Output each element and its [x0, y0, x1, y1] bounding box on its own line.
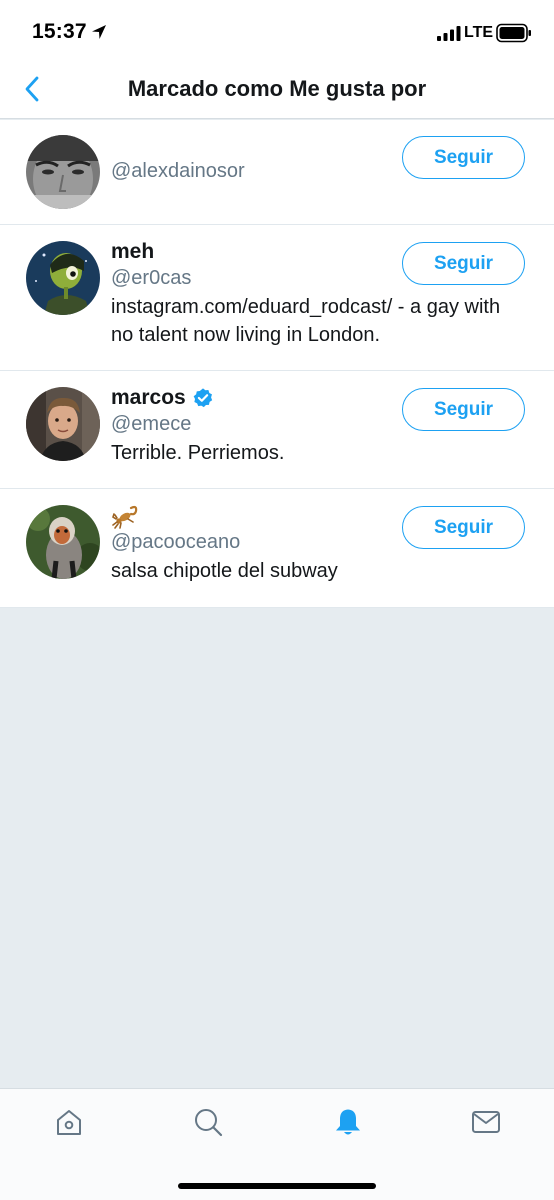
- status-time: 15:37: [32, 20, 87, 43]
- tab-home[interactable]: [54, 1107, 84, 1137]
- user-row[interactable]: marcos @emece Terrible. Perriemos. Segui…: [0, 371, 554, 489]
- avatar[interactable]: [26, 505, 100, 579]
- avatar[interactable]: [26, 135, 100, 209]
- home-indicator[interactable]: [178, 1183, 376, 1189]
- notifications-bell-icon: [336, 1109, 360, 1135]
- status-bar: 15:37 LTE: [0, 0, 554, 64]
- location-arrow-icon: [92, 25, 106, 39]
- avatar-image: [26, 387, 100, 461]
- user-row[interactable]: meh @er0cas instagram.com/eduard_rodcast…: [0, 225, 554, 371]
- display-name-text: meh: [111, 240, 155, 263]
- tab-messages[interactable]: [471, 1107, 501, 1137]
- follow-button[interactable]: Seguir: [402, 136, 525, 179]
- verified-badge-icon: [193, 388, 212, 408]
- avatar[interactable]: [26, 387, 100, 461]
- avatar-image: [26, 241, 100, 315]
- avatar-image: [26, 135, 100, 209]
- user-row[interactable]: @alexdainosor Seguir: [0, 120, 554, 225]
- network-type-label: LTE: [464, 24, 494, 41]
- user-bio: Terrible. Perriemos.: [111, 442, 285, 464]
- tab-notifications[interactable]: [333, 1107, 363, 1137]
- user-bio: instagram.com/eduard_rodcast/ - a gay wi…: [111, 296, 501, 346]
- liked-by-user-list: @alexdainosor Seguir meh @er0cas instagr…: [0, 120, 554, 608]
- messages-envelope-icon: [472, 1111, 500, 1133]
- follow-button[interactable]: Seguir: [402, 242, 525, 285]
- page-title: Marcado como Me gusta por: [127, 76, 427, 101]
- navigation-bar: Marcado como Me gusta por: [0, 64, 554, 119]
- signal-bars-icon: [437, 26, 461, 41]
- user-bio: salsa chipotle del subway: [111, 560, 338, 582]
- avatar-image: [26, 505, 100, 579]
- avatar[interactable]: [26, 241, 100, 315]
- follow-button[interactable]: Seguir: [402, 388, 525, 431]
- battery-icon: [496, 23, 531, 43]
- scorpion-icon: [112, 505, 138, 529]
- follow-button[interactable]: Seguir: [402, 506, 525, 549]
- tab-search[interactable]: [193, 1107, 223, 1137]
- display-name-text: marcos: [111, 386, 186, 409]
- home-icon: [57, 1110, 81, 1135]
- search-icon: [195, 1109, 223, 1137]
- user-row[interactable]: @pacooceano salsa chipotle del subway Se…: [0, 489, 554, 608]
